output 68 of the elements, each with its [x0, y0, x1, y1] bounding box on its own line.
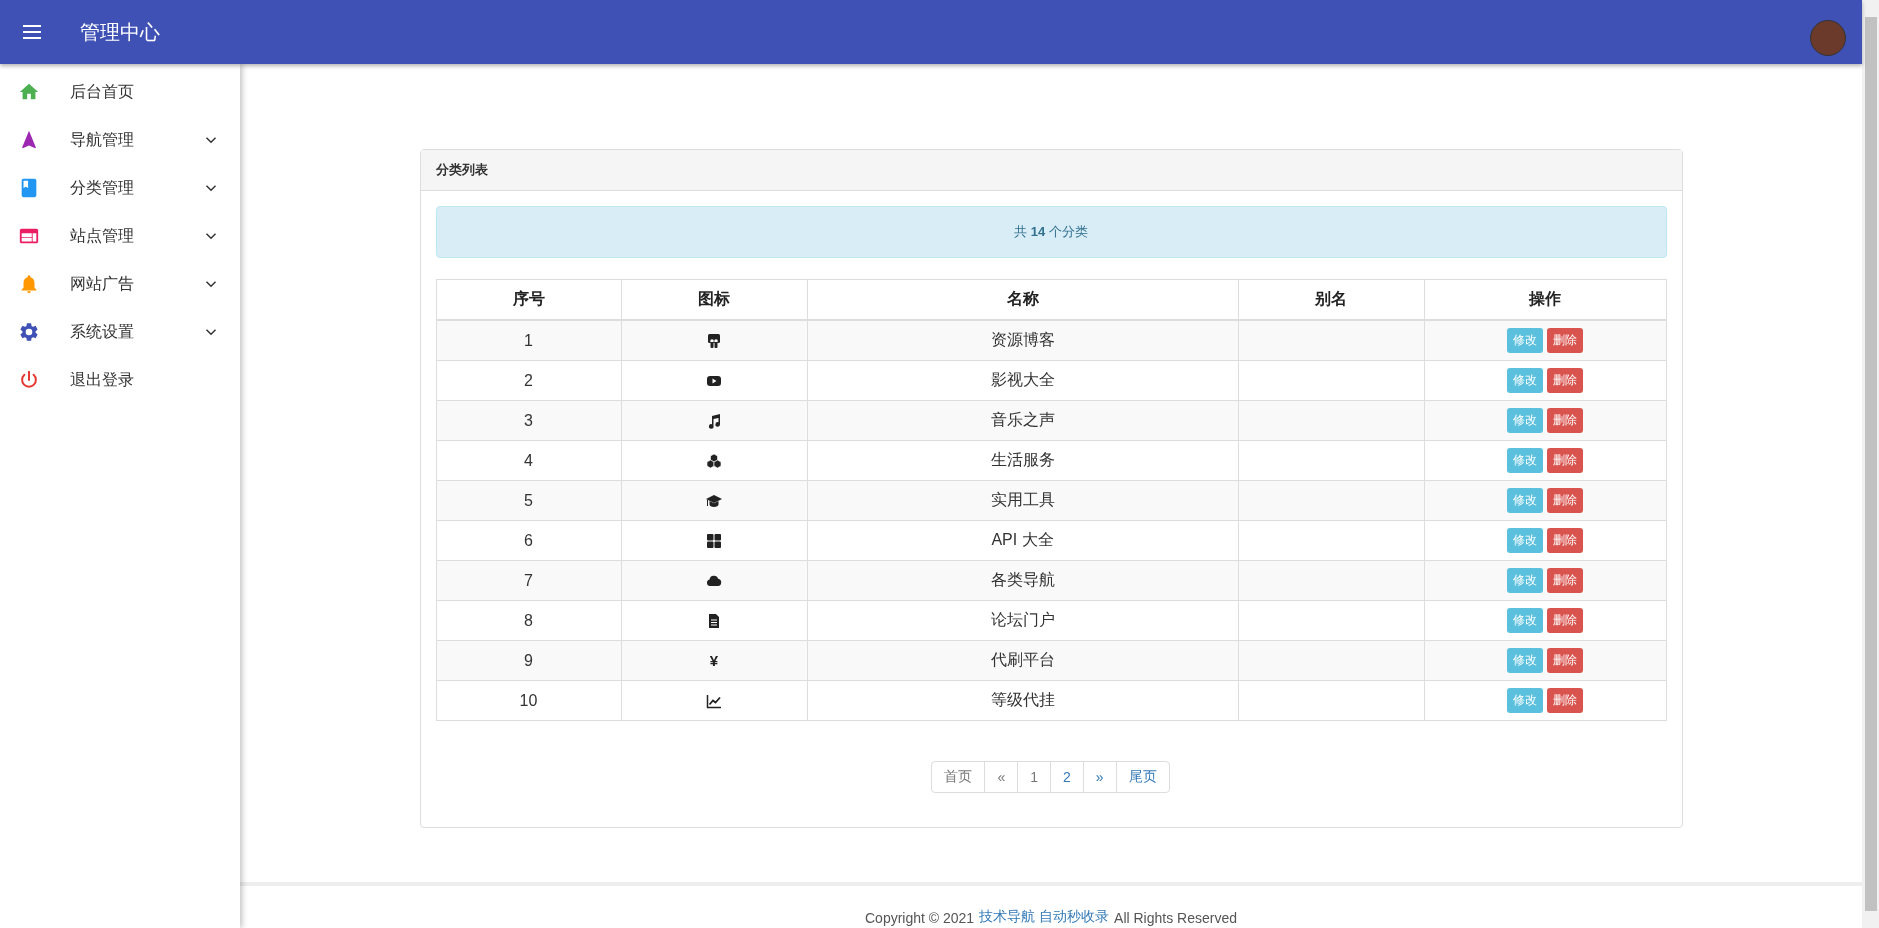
delete-button[interactable]: 删除: [1547, 488, 1583, 513]
table-cell: 6: [436, 520, 621, 561]
card-title: 分类列表: [420, 150, 1682, 191]
graduation-cap-icon: [706, 493, 722, 510]
edit-button[interactable]: 修改: [1507, 448, 1543, 473]
sidebar-item[interactable]: 分类管理: [0, 164, 240, 212]
delete-button[interactable]: 删除: [1547, 408, 1583, 433]
pagination-link[interactable]: »: [1082, 761, 1117, 793]
edit-button[interactable]: 修改: [1507, 328, 1543, 353]
rights-text: All Rights Reserved: [1114, 910, 1237, 926]
table-cell: API 大全: [807, 520, 1238, 561]
delete-button[interactable]: 删除: [1547, 648, 1583, 673]
edit-button[interactable]: 修改: [1507, 568, 1543, 593]
music-note-icon: [706, 413, 722, 430]
delete-button[interactable]: 删除: [1547, 568, 1583, 593]
category-count-alert: 共 14 个分类: [435, 206, 1667, 258]
edit-button[interactable]: 修改: [1507, 688, 1543, 713]
delete-button[interactable]: 删除: [1547, 688, 1583, 713]
table-cell: 等级代挂: [807, 680, 1238, 721]
table-cell: 3: [436, 400, 621, 441]
table-cell: 8: [436, 600, 621, 641]
sidebar-item[interactable]: 导航管理: [0, 116, 240, 164]
table-cell: 10: [436, 680, 621, 721]
yen-sign: ¥: [709, 651, 719, 669]
pagination-link[interactable]: 尾页: [1115, 761, 1170, 793]
sidebar-item[interactable]: 站点管理: [0, 212, 240, 260]
gear-icon: [18, 321, 40, 343]
delete-button[interactable]: 删除: [1547, 608, 1583, 633]
cubes-icon: [706, 453, 722, 470]
app-title: 管理中心: [80, 19, 160, 45]
power-icon: [18, 369, 40, 391]
sidebar-item[interactable]: 网站广告: [0, 260, 240, 308]
line-chart-icon: [706, 693, 722, 710]
table-cell: 影视大全: [807, 360, 1238, 401]
edit-button[interactable]: 修改: [1507, 488, 1543, 513]
delete-button[interactable]: 删除: [1547, 448, 1583, 473]
edit-button[interactable]: 修改: [1507, 408, 1543, 433]
edit-button[interactable]: 修改: [1507, 528, 1543, 553]
table-cell: 资源博客: [807, 320, 1238, 361]
table-cell: 5: [436, 480, 621, 521]
delete-button[interactable]: 删除: [1547, 328, 1583, 353]
table-cell: 论坛门户: [807, 600, 1238, 641]
presentation-icon: [706, 333, 722, 350]
edit-button[interactable]: 修改: [1507, 368, 1543, 393]
table-cell: 9: [436, 640, 621, 681]
sidebar-item[interactable]: 后台首页: [0, 68, 240, 116]
pagination-link[interactable]: 2: [1050, 761, 1084, 793]
delete-button[interactable]: 删除: [1547, 368, 1583, 393]
edit-button[interactable]: 修改: [1507, 608, 1543, 633]
table-cell: 1: [436, 320, 621, 361]
table-cell: 音乐之声: [807, 400, 1238, 441]
grid-icon: [706, 533, 722, 550]
document-icon: [706, 613, 722, 630]
edit-button[interactable]: 修改: [1507, 648, 1543, 673]
table-cell: 代刷平台: [807, 640, 1238, 681]
site-link[interactable]: 技术导航 自动秒收录: [979, 908, 1110, 926]
avatar[interactable]: [1810, 20, 1846, 56]
delete-button[interactable]: 删除: [1547, 528, 1583, 553]
table-cell: 生活服务: [807, 440, 1238, 481]
table-cell: 实用工具: [807, 480, 1238, 521]
copyright-text: Copyright © 2021: [865, 910, 975, 926]
table-cell: 2: [436, 360, 621, 401]
table-cell: 7: [436, 560, 621, 601]
sidebar-item[interactable]: 系统设置: [0, 308, 240, 356]
sidebar-item[interactable]: 退出登录: [0, 356, 240, 404]
scrollbar[interactable]: [1862, 0, 1879, 928]
table-cell: 4: [436, 440, 621, 481]
table-cell: 各类导航: [807, 560, 1238, 601]
